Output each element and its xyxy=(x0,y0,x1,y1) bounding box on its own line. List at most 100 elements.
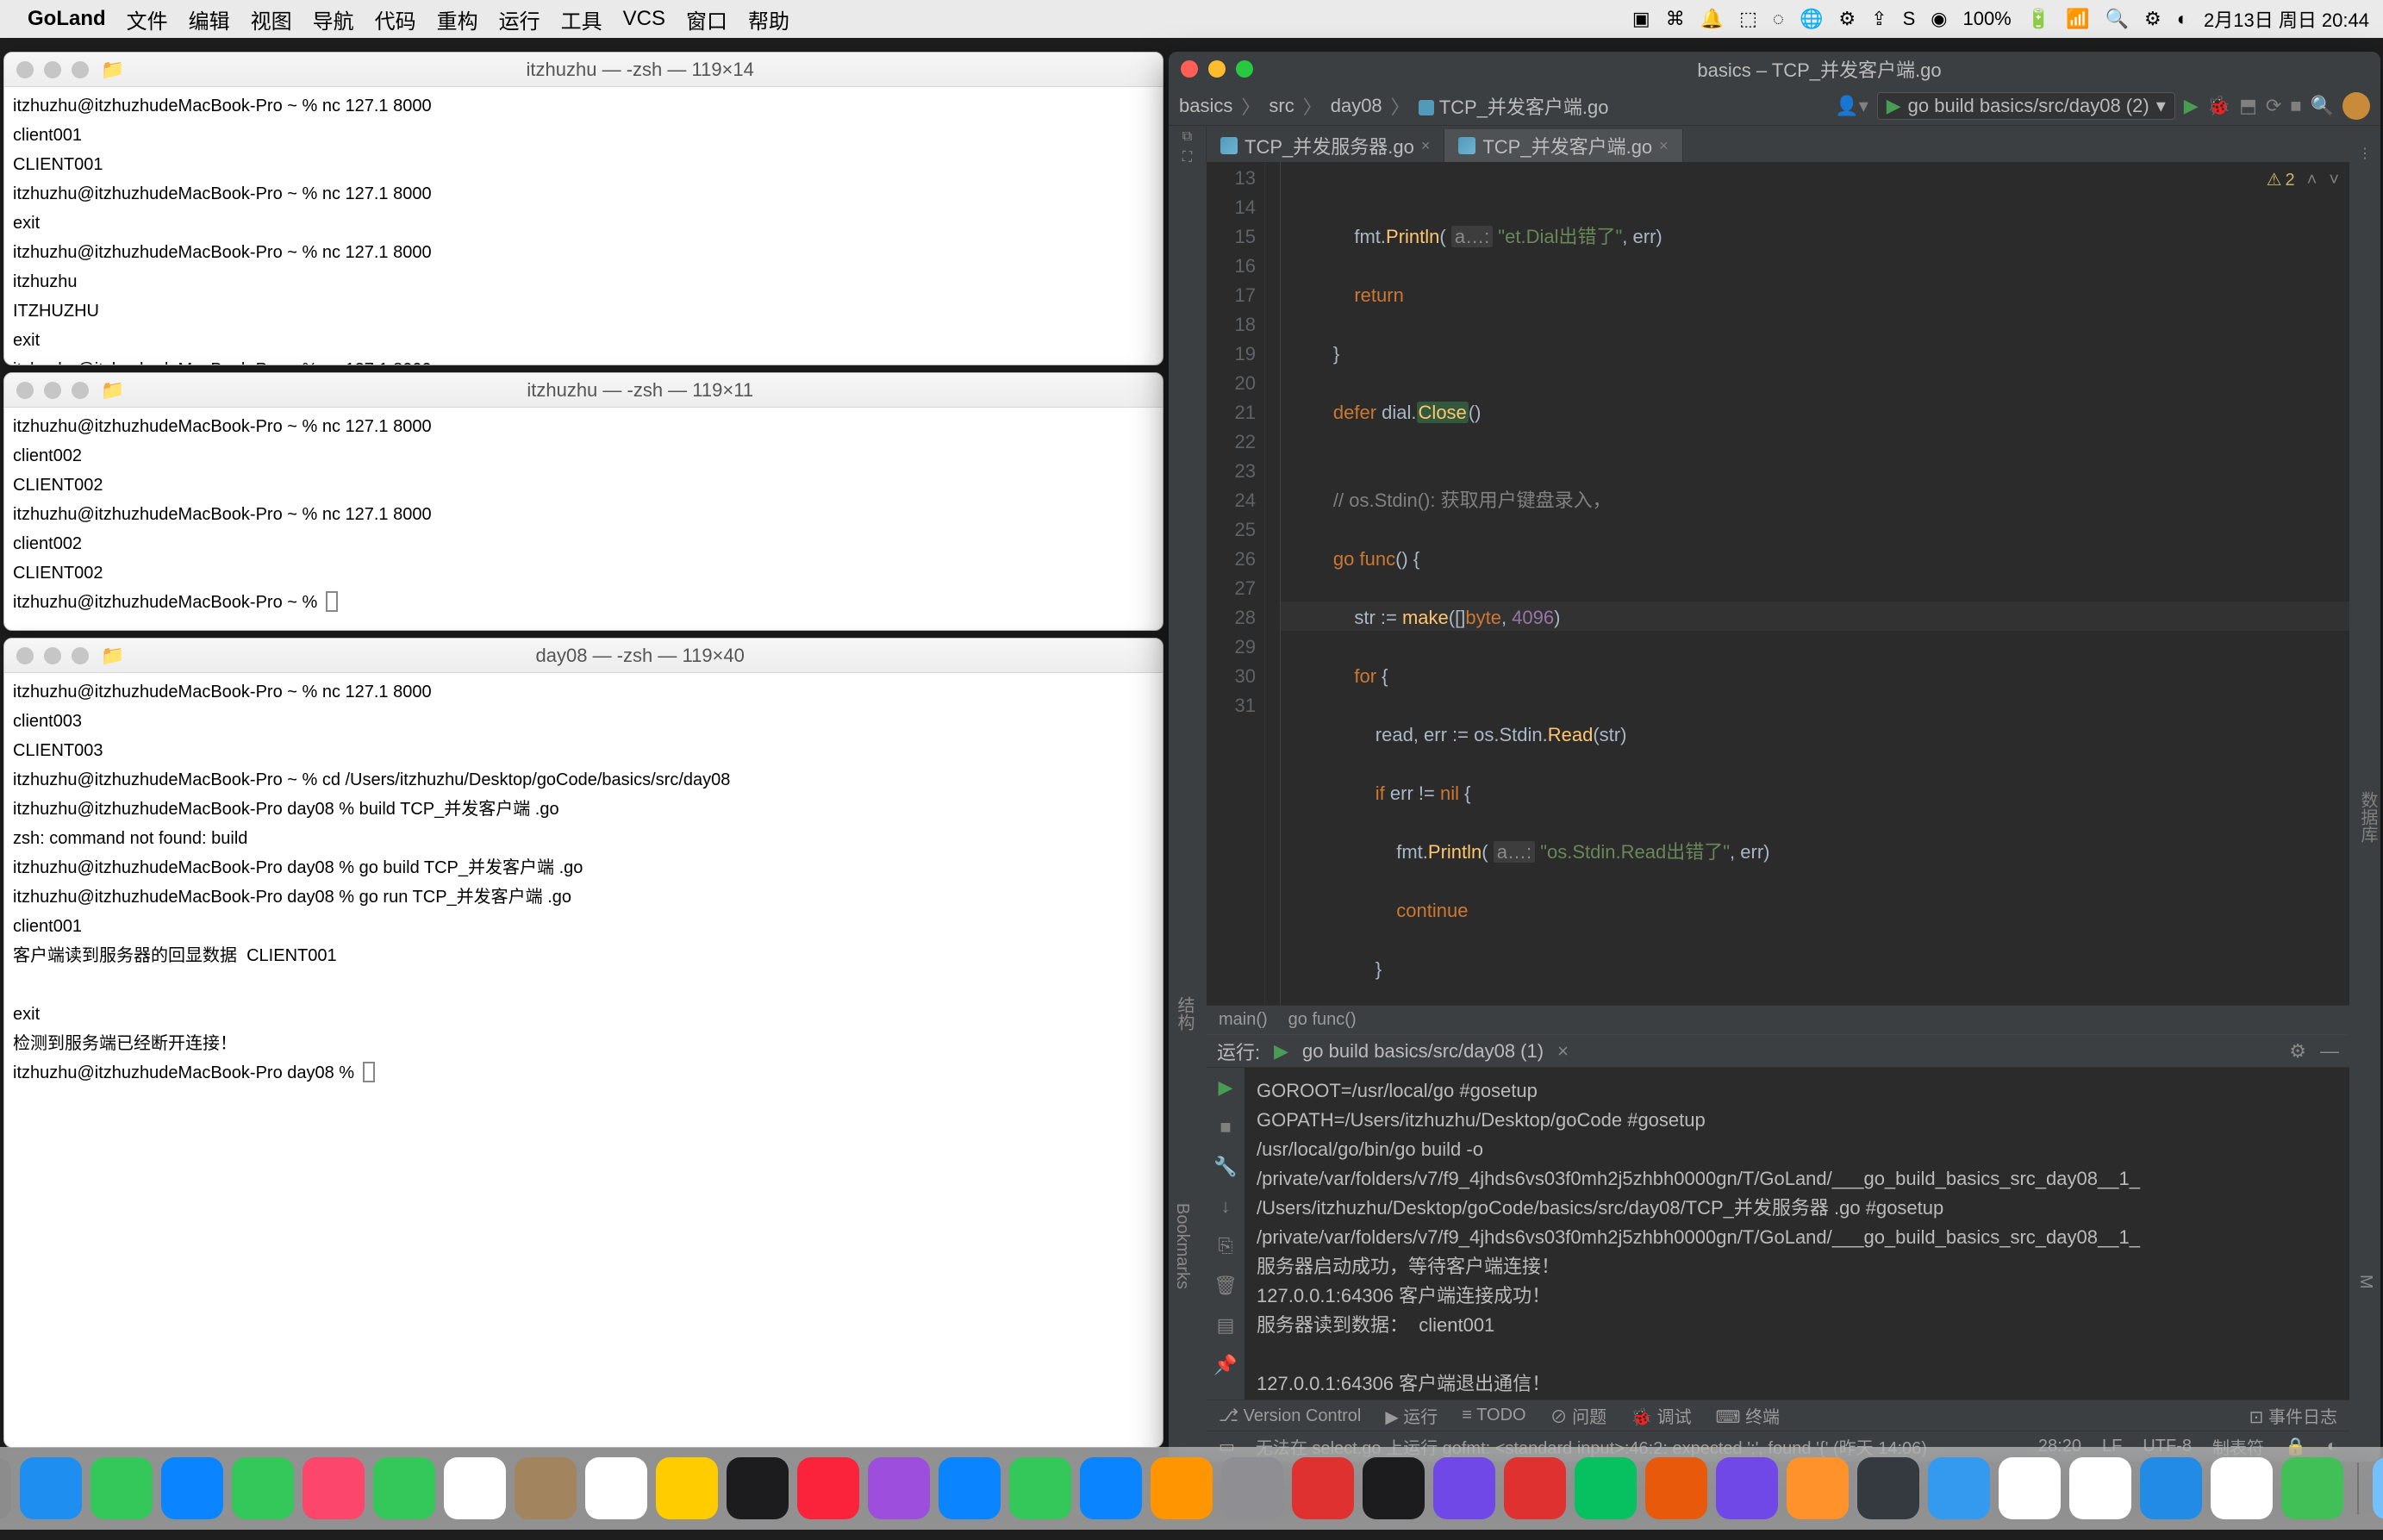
export-icon[interactable]: ⎘ xyxy=(1218,1235,1233,1257)
menubar-icon[interactable]: ⚙︎ xyxy=(1838,8,1856,30)
database-tool-button[interactable]: 数据库 xyxy=(2355,791,2380,843)
dock-app-wechat[interactable] xyxy=(1575,1457,1637,1519)
dock-app-youdao[interactable] xyxy=(1292,1457,1354,1519)
close-icon[interactable] xyxy=(16,382,34,399)
bookmarks-tool-button[interactable]: Bookmarks xyxy=(1172,1203,1192,1289)
structure-tool-button[interactable]: 结构 xyxy=(1172,996,1197,1031)
menubar-icon[interactable]: S xyxy=(1903,8,1916,30)
dock-app-appstore[interactable] xyxy=(939,1457,1001,1519)
close-icon[interactable]: × xyxy=(1557,1040,1569,1063)
dock-app-play[interactable] xyxy=(2281,1457,2343,1519)
dock-app-downloads[interactable] xyxy=(2373,1457,2383,1519)
run-config-selector[interactable]: ▶︎ go build basics/src/day08 (2) ▾ xyxy=(1877,92,2175,120)
search-icon[interactable]: 🔍 xyxy=(2105,8,2129,30)
control-center-icon[interactable]: ⚙︎ xyxy=(2144,8,2162,30)
dock-app-safari[interactable] xyxy=(20,1457,82,1519)
rerun-button[interactable]: ▶︎ xyxy=(1219,1076,1233,1099)
tab-server-file[interactable]: TCP_并发服务器.go × xyxy=(1207,129,1444,162)
terminal-window-3[interactable]: 📁 day08 — -zsh — 119×40 itzhuzhu@itzhuzh… xyxy=(3,638,1163,1448)
gear-icon[interactable]: ⚙︎ xyxy=(2289,1040,2306,1063)
battery-icon[interactable]: 🔋 xyxy=(2027,8,2050,30)
menu-vcs[interactable]: VCS xyxy=(623,7,665,31)
siri-icon[interactable]: ◐ xyxy=(2177,8,2188,30)
menu-window[interactable]: 窗口 xyxy=(686,4,727,34)
tab-debug[interactable]: 🐞 调试 xyxy=(1631,1403,1691,1428)
dock-app-music[interactable] xyxy=(797,1457,859,1519)
crumb[interactable]: src xyxy=(1269,95,1294,117)
wechat-icon[interactable]: ◌ xyxy=(1773,8,1784,30)
terminal-output[interactable]: itzhuzhu@itzhuzhudeMacBook-Pro ~ % nc 12… xyxy=(4,87,1163,365)
zoom-icon[interactable] xyxy=(72,647,89,664)
dock-app-music2[interactable] xyxy=(1433,1457,1495,1519)
trash-icon[interactable]: 🗑 xyxy=(1213,1275,1238,1297)
dock-app-netease[interactable] xyxy=(1504,1457,1566,1519)
dock-app-messages[interactable] xyxy=(90,1457,153,1519)
warning-indicator[interactable]: ⚠ 2 xyxy=(2267,165,2295,195)
crumb-root[interactable]: basics xyxy=(1179,95,1232,117)
dock-app-notes[interactable] xyxy=(656,1457,718,1519)
project-tool-icon[interactable]: ⧉ xyxy=(1182,129,1192,145)
run-output[interactable]: GOROOT=/usr/local/go #gosetup GOPATH=/Us… xyxy=(1245,1068,2349,1400)
dock-app-photos[interactable] xyxy=(303,1457,365,1519)
run-button[interactable]: ▶︎ xyxy=(2184,95,2199,117)
dock-app-keynote[interactable] xyxy=(1080,1457,1142,1519)
menu-tools[interactable]: 工具 xyxy=(561,4,602,34)
dock-app-calendar[interactable] xyxy=(444,1457,506,1519)
dock-app-mail[interactable] xyxy=(161,1457,223,1519)
zoom-icon[interactable] xyxy=(72,61,89,78)
app-name[interactable]: GoLand xyxy=(28,7,106,31)
breadcrumb[interactable]: basics〉 src〉 day08〉 TCP_并发客户端.go xyxy=(1179,92,1609,120)
terminal-output[interactable]: itzhuzhu@itzhuzhudeMacBook-Pro ~ % nc 12… xyxy=(4,673,1163,1094)
terminal-output[interactable]: itzhuzhu@itzhuzhudeMacBook-Pro ~ % nc 12… xyxy=(4,408,1163,623)
dock-app-facetime[interactable] xyxy=(373,1457,435,1519)
close-icon[interactable] xyxy=(1181,60,1198,78)
close-icon[interactable]: × xyxy=(1659,137,1669,155)
dock-app-maps[interactable] xyxy=(232,1457,294,1519)
wrench-icon[interactable]: 🔧 xyxy=(1213,1156,1237,1178)
terminal-titlebar[interactable]: 📁 day08 — -zsh — 119×40 xyxy=(4,639,1163,673)
globe-icon[interactable]: 🌐 xyxy=(1800,8,1823,30)
crumb[interactable]: day08 xyxy=(1331,95,1382,117)
tab-todo[interactable]: ≡ TODO xyxy=(1462,1406,1525,1425)
dock-app-pages[interactable] xyxy=(1151,1457,1213,1519)
run-panel-config[interactable]: go build basics/src/day08 (1) xyxy=(1302,1040,1544,1063)
search-icon[interactable]: 🔍 xyxy=(2311,95,2334,117)
stop-button[interactable]: ■ xyxy=(2290,95,2301,117)
layout-icon[interactable]: ▤ xyxy=(1217,1314,1235,1337)
menu-navigate[interactable]: 导航 xyxy=(313,4,354,34)
code-editor[interactable]: ⚠ 2 ˄ ˅ 13141516171819202122232425262728… xyxy=(1207,162,2349,1005)
dock-app-spotlight[interactable] xyxy=(2211,1457,2273,1519)
fold-gutter[interactable] xyxy=(1265,162,1281,1005)
menu-file[interactable]: 文件 xyxy=(127,4,168,34)
dock-app-qq[interactable] xyxy=(2069,1457,2131,1519)
close-icon[interactable] xyxy=(16,647,34,664)
menubar-icon[interactable]: ⇪ xyxy=(1871,8,1887,30)
wifi-icon[interactable]: 📶 xyxy=(2066,8,2089,30)
minimize-icon[interactable]: — xyxy=(2320,1040,2339,1063)
terminal-window-2[interactable]: 📁 itzhuzhu — -zsh — 119×11 itzhuzhu@itzh… xyxy=(3,372,1163,631)
bell-icon[interactable]: 🔔 xyxy=(1700,8,1724,30)
event-log-button[interactable]: ⊡ 事件日志 xyxy=(2249,1403,2337,1428)
dock-app-vscode[interactable] xyxy=(2140,1457,2202,1519)
menubar-icon[interactable]: ⬚ xyxy=(1739,8,1757,30)
menubar-icon[interactable]: ▣ xyxy=(1632,8,1650,30)
profile-button[interactable]: ⟳ xyxy=(2266,95,2281,117)
coverage-button[interactable]: ⬒ xyxy=(2239,95,2257,117)
zoom-icon[interactable] xyxy=(72,382,89,399)
crumb-file[interactable]: TCP_并发客户端.go xyxy=(1419,92,1609,120)
down-icon[interactable]: ↓ xyxy=(1221,1195,1231,1218)
clock[interactable]: 2月13日 周日 20:44 xyxy=(2204,5,2369,33)
crumb-func[interactable]: main() xyxy=(1219,1010,1268,1030)
tab-vcs[interactable]: ⎇ Version Control xyxy=(1219,1405,1361,1426)
dock-app-folder2[interactable] xyxy=(1928,1457,1990,1519)
minimize-icon[interactable] xyxy=(44,382,61,399)
menubar-icon[interactable]: ⌘ xyxy=(1666,8,1685,30)
zoom-icon[interactable] xyxy=(1236,60,1253,78)
terminal-titlebar[interactable]: 📁 itzhuzhu — -zsh — 119×11 xyxy=(4,373,1163,408)
dock-app-settings[interactable] xyxy=(1221,1457,1283,1519)
dock-app-launchpad[interactable] xyxy=(0,1457,11,1519)
menu-code[interactable]: 代码 xyxy=(375,4,416,34)
dock-app-podcasts[interactable] xyxy=(868,1457,930,1519)
goland-window[interactable]: basics – TCP_并发客户端.go basics〉 src〉 day08… xyxy=(1169,52,2380,1462)
pin-icon[interactable]: 📌 xyxy=(1213,1354,1237,1376)
